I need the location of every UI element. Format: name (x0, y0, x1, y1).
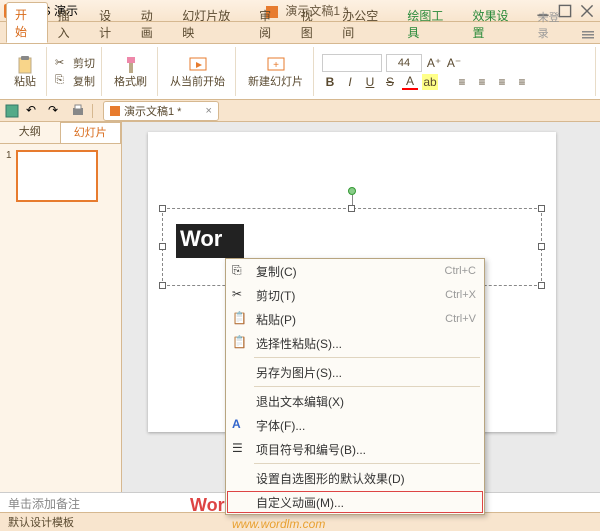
resize-handle-n[interactable] (348, 205, 355, 212)
svg-text:+: + (273, 60, 279, 71)
doc-tab-label: 演示文稿1 * (124, 103, 181, 119)
status-template: 默认设计模板 (8, 514, 74, 530)
play-icon (188, 55, 208, 73)
doc-tab-icon (110, 106, 120, 116)
paste-special-icon: 📋 (232, 335, 248, 351)
ctx-copy[interactable]: ⎘复制(C)Ctrl+C (226, 259, 484, 283)
login-status[interactable]: 未登录 (530, 6, 574, 43)
tab-view[interactable]: 视图 (293, 4, 333, 43)
font-size-select[interactable]: 44 (386, 54, 422, 72)
font-icon: A (232, 417, 248, 433)
copy-button[interactable]: ⎘复制 (55, 73, 95, 89)
ribbon: 粘贴 ✂剪切 ⎘复制 格式刷 从当前开始 + 新建幻灯片 44 A⁺ A⁻ B (0, 44, 600, 100)
copy-icon: ⎘ (232, 263, 248, 279)
resize-handle-nw[interactable] (159, 205, 166, 212)
ctx-cut[interactable]: ✂剪切(T)Ctrl+X (226, 283, 484, 307)
italic-button[interactable]: I (342, 74, 358, 90)
tab-animation[interactable]: 动画 (133, 4, 173, 43)
ctx-bullets[interactable]: ☰项目符号和编号(B)... (226, 437, 484, 461)
align-right-button[interactable]: ≡ (494, 74, 510, 90)
slide-thumbnail-image (16, 150, 98, 202)
resize-handle-ne[interactable] (538, 205, 545, 212)
bold-button[interactable]: B (322, 74, 338, 90)
resize-handle-sw[interactable] (159, 282, 166, 289)
tab-insert[interactable]: 插入 (50, 4, 90, 43)
tab-start[interactable]: 开始 (6, 2, 48, 43)
format-painter-button[interactable]: 格式刷 (110, 53, 151, 91)
slide-thumb[interactable]: 1 (6, 150, 115, 202)
tab-office[interactable]: 办公空间 (334, 4, 397, 43)
bullets-icon: ☰ (232, 441, 248, 457)
ctx-custom-animation[interactable]: 自定义动画(M)... (226, 490, 484, 514)
tab-design[interactable]: 设计 (91, 4, 131, 43)
url-watermark: www.wordlm.com (232, 517, 325, 531)
align-justify-button[interactable]: ≡ (514, 74, 530, 90)
context-menu: ⎘复制(C)Ctrl+C ✂剪切(T)Ctrl+X 📋粘贴(P)Ctrl+V 📋… (225, 258, 485, 515)
paste-label: 粘贴 (14, 73, 36, 89)
from-current-button[interactable]: 从当前开始 (166, 53, 229, 91)
ribbon-tabs: 开始 插入 设计 动画 幻灯片放映 审阅 视图 办公空间 绘图工具 效果设置 未… (0, 22, 600, 44)
save-button[interactable] (4, 103, 20, 119)
ctx-paste-special[interactable]: 📋选择性粘贴(S)... (226, 331, 484, 355)
slides-tab[interactable]: 幻灯片 (60, 122, 122, 143)
resize-handle-e[interactable] (538, 243, 545, 250)
quick-access-toolbar: ↶ ↷ 演示文稿1 * × (0, 100, 600, 122)
brush-icon (121, 55, 141, 73)
doc-tab-close[interactable]: × (205, 105, 211, 117)
increase-font-button[interactable]: A⁺ (426, 55, 442, 71)
tab-draw-tools[interactable]: 绘图工具 (399, 4, 462, 43)
copy-icon: ⎘ (55, 74, 69, 88)
new-slide-icon: + (266, 55, 286, 73)
ctx-default-effect[interactable]: 设置自选图形的默认效果(D) (226, 466, 484, 490)
ctx-font[interactable]: A字体(F)... (226, 413, 484, 437)
close-button[interactable] (580, 4, 594, 18)
document-tab[interactable]: 演示文稿1 * × (103, 101, 219, 121)
tab-review[interactable]: 审阅 (251, 4, 291, 43)
font-color-button[interactable]: A (402, 74, 418, 90)
ctx-paste[interactable]: 📋粘贴(P)Ctrl+V (226, 307, 484, 331)
sidebar: 大纲 幻灯片 1 (0, 122, 122, 492)
paste-icon (15, 55, 35, 73)
resize-handle-se[interactable] (538, 282, 545, 289)
undo-button[interactable]: ↶ (26, 103, 42, 119)
rotate-handle[interactable] (348, 187, 356, 195)
tab-effect[interactable]: 效果设置 (464, 4, 527, 43)
outline-tab[interactable]: 大纲 (0, 122, 60, 143)
highlight-button[interactable]: ab (422, 74, 438, 90)
tab-slideshow[interactable]: 幻灯片放映 (174, 4, 249, 43)
print-button[interactable] (70, 103, 86, 119)
scissors-icon: ✂ (55, 56, 69, 70)
strike-button[interactable]: S (382, 74, 398, 90)
underline-button[interactable]: U (362, 74, 378, 90)
paste-icon: 📋 (232, 311, 248, 327)
align-center-button[interactable]: ≡ (474, 74, 490, 90)
align-left-button[interactable]: ≡ (454, 74, 470, 90)
new-slide-button[interactable]: + 新建幻灯片 (244, 53, 307, 91)
redo-button[interactable]: ↷ (48, 103, 64, 119)
notes-placeholder: 单击添加备注 (8, 497, 80, 511)
ctx-exit-text-edit[interactable]: 退出文本编辑(X) (226, 389, 484, 413)
ribbon-menu-icon[interactable] (576, 27, 600, 43)
paste-button[interactable]: 粘贴 (10, 53, 40, 91)
resize-handle-w[interactable] (159, 243, 166, 250)
scissors-icon: ✂ (232, 287, 248, 303)
decrease-font-button[interactable]: A⁻ (446, 55, 462, 71)
slide-number: 1 (6, 150, 12, 202)
font-family-select[interactable] (322, 54, 382, 72)
textbox-content[interactable]: Wor (176, 224, 244, 258)
ctx-save-as-image[interactable]: 另存为图片(S)... (226, 360, 484, 384)
cut-button[interactable]: ✂剪切 (55, 55, 95, 71)
